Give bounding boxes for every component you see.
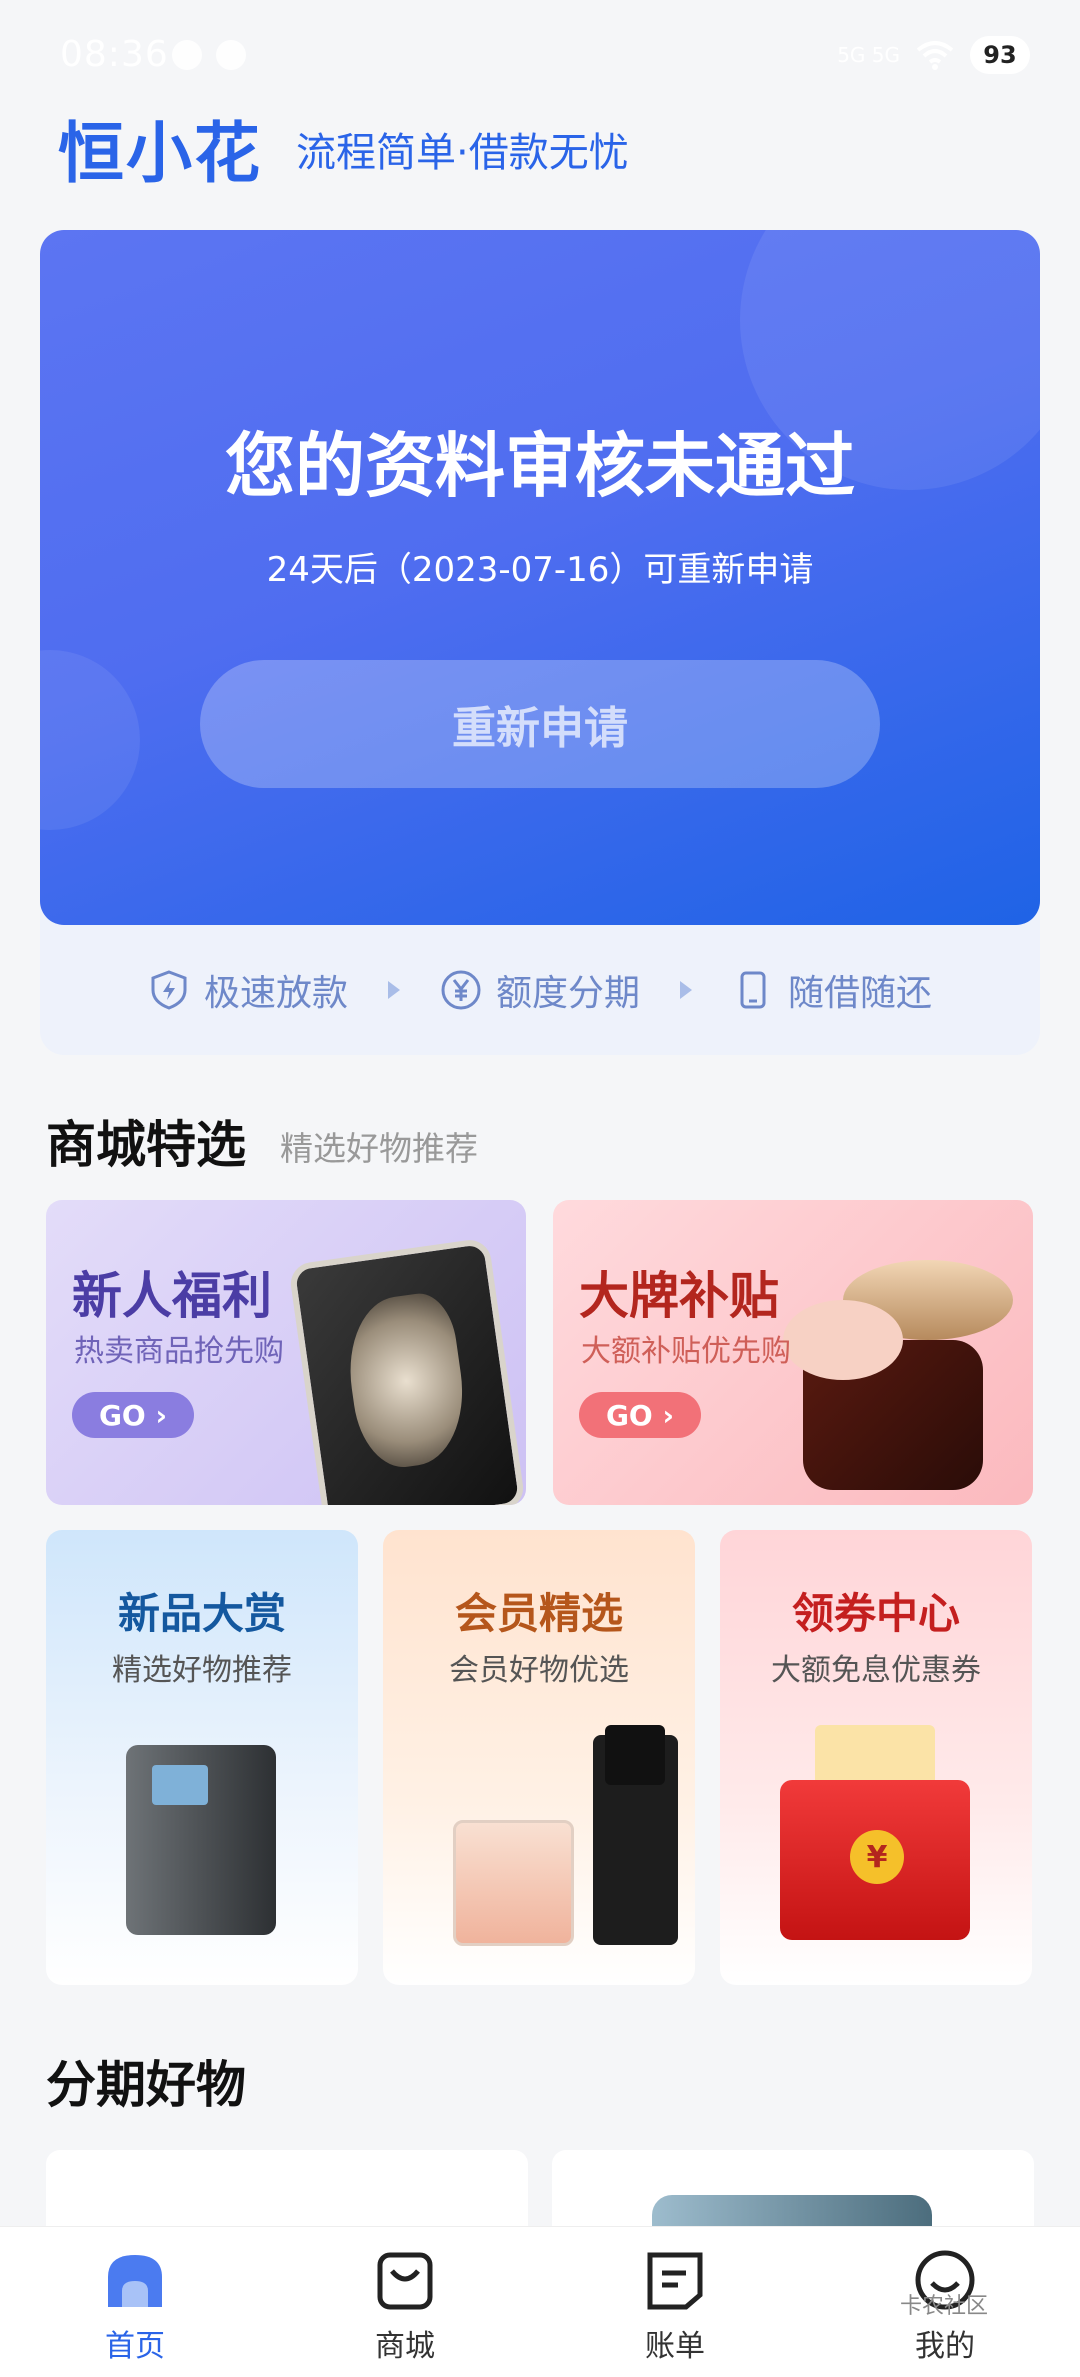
feature-label: 极速放款 [203,973,348,1014]
promo-card-title: 新人福利 [72,1267,272,1325]
category-card-title: 新品大赏 [117,1589,286,1638]
signal-icon: 5G 5G [837,43,900,67]
app-logo: 恒小花 [58,115,262,192]
promo-card-subtitle: 热卖商品抢先购 [74,1334,284,1369]
tab-label: 首页 [105,2329,165,2364]
tab-bills[interactable]: 账单 [540,2227,810,2377]
promo-card-new-user[interactable]: 新人福利 热卖商品抢先购 GO › [46,1200,526,1505]
status-right: 5G 5G 93 [837,36,1030,74]
promo-card-brand-subsidy[interactable]: 大牌补贴 大额补贴优先购 GO › [553,1200,1033,1505]
category-card-subtitle: 会员好物优选 [449,1653,629,1688]
feature-label: 额度分期 [495,973,640,1014]
application-status-card: 您的资料审核未通过 24天后（2023-07-16）可重新申请 重新申请 [40,230,1040,925]
promo-card-subtitle: 大额补贴优先购 [581,1334,791,1369]
chevron-right-icon: › [155,1398,168,1432]
mall-section-title: 商城特选 [46,1116,246,1174]
feature-strip: 极速放款 额度分期 随借随还 [40,925,1040,1055]
perfume-bottle-image [593,1725,678,1945]
tab-home[interactable]: 首页 [0,2227,270,2377]
battery-indicator: 93 [970,36,1030,74]
category-card-subtitle: 大额免息优惠券 [771,1653,981,1688]
category-card-title: 会员精选 [454,1589,623,1638]
installment-section-title: 分期好物 [46,2056,246,2114]
category-card-new-products[interactable]: 新品大赏 精选好物推荐 [46,1530,358,1985]
category-card-member[interactable]: 会员精选 会员好物优选 [383,1530,695,1985]
tablet-product-image [288,1237,526,1505]
coffee-machine-image [126,1745,276,1935]
coin-icon: ¥ [850,1830,904,1884]
yuan-circle-icon [441,970,481,1010]
chevron-right-icon: › [662,1398,675,1432]
category-card-subtitle: 精选好物推荐 [112,1653,292,1688]
phone-icon [740,971,766,1009]
arrow-right-icon [387,981,400,999]
mall-section-subtitle: 精选好物推荐 [280,1129,478,1168]
tab-label: 账单 [645,2329,705,2364]
review-status-title: 您的资料审核未通过 [225,425,855,507]
status-bar: 08:36 5G 5G 93 [0,0,1080,110]
feature-label: 随借随还 [788,973,933,1014]
decor-circle [40,650,140,830]
perfume-bottle-image [453,1820,574,1946]
app-slogan: 流程简单·借款无忧 [296,130,629,176]
tab-label: 我的 [915,2329,975,2364]
status-time: 08:36 [60,34,169,75]
feature-installment: 额度分期 [440,964,640,1016]
bill-icon [647,2252,703,2310]
go-button[interactable]: GO › [579,1392,701,1438]
category-card-title: 领券中心 [791,1589,960,1638]
home-icon [108,2255,162,2307]
alarm-icon [172,40,202,70]
watermark: 卡农社区 [900,2294,989,2319]
promo-card-title: 大牌补贴 [579,1267,779,1325]
go-button[interactable]: GO › [72,1392,194,1438]
cream-image [783,1300,903,1380]
reapply-button[interactable]: 重新申请 [200,660,880,788]
tab-label: 商城 [375,2329,435,2364]
notification-icon [216,40,246,70]
category-card-coupons[interactable]: 领券中心 大额免息优惠券 ¥ [720,1530,1032,1985]
reapply-date-text: 24天后（2023-07-16）可重新申请 [266,550,814,590]
wifi-icon [916,41,954,70]
feature-fast-loan: 极速放款 [148,964,348,1016]
arrow-right-icon [680,981,692,999]
feature-flexible: 随借随还 [732,964,932,1016]
tab-mall[interactable]: 商城 [270,2227,540,2377]
shield-lightning-icon [151,970,187,1010]
shopping-bag-icon [377,2252,433,2310]
